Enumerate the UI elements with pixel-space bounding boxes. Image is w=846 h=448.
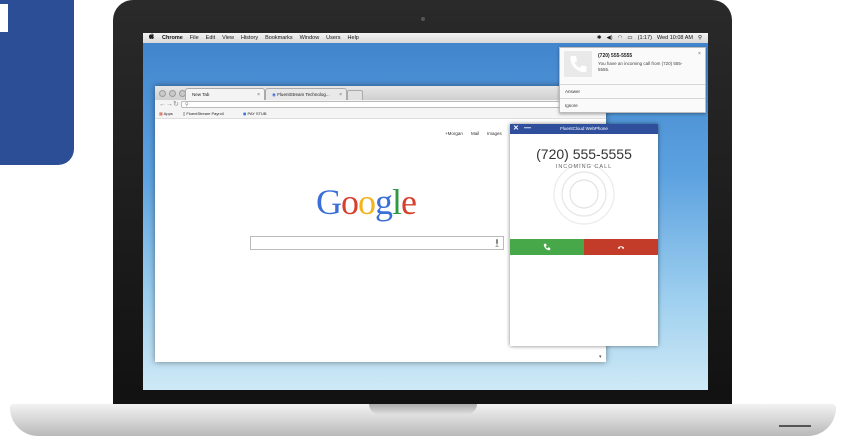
pay-stub-favicon-icon: ◼	[243, 111, 247, 116]
laptop-base-notch	[369, 404, 477, 414]
address-bar[interactable]: ⚲	[181, 101, 601, 108]
battery-time[interactable]: (1:17)	[638, 33, 652, 43]
notification-body: You have an incoming call from (720) 555…	[598, 61, 683, 72]
bookmark-label: Apps	[163, 111, 173, 116]
close-window-button[interactable]	[159, 90, 166, 97]
google-plus-profile-link[interactable]: +Morgan	[445, 131, 463, 136]
microphone-icon[interactable]	[495, 239, 499, 247]
call-status: INCOMING CALL	[555, 164, 613, 170]
battery-icon[interactable]: ▭	[627, 33, 632, 43]
laptop-screen: Chrome File Edit View History Bookmarks …	[143, 33, 708, 390]
images-link[interactable]: Images	[487, 131, 502, 136]
webcam-icon	[421, 17, 425, 21]
menu-bookmarks[interactable]: Bookmarks	[265, 33, 293, 43]
bluetooth-icon[interactable]: ✱	[597, 33, 602, 43]
webphone-header: FluentCloud WebPhone ✕ —	[510, 124, 658, 134]
menu-help[interactable]: Help	[348, 33, 359, 43]
menubar-status-area: ✱ ◀) ◠ ▭ (1:17) Wed 10:08 AM ⚲	[597, 33, 702, 43]
blue-tab-white-mark	[0, 4, 8, 32]
menu-window[interactable]: Window	[300, 33, 320, 43]
bookmark-label: FluentStream Payroll	[186, 111, 224, 116]
minimize-window-button[interactable]	[169, 90, 176, 97]
notification-close-icon[interactable]: ×	[698, 51, 701, 57]
menu-view[interactable]: View	[222, 33, 234, 43]
menu-app-chrome[interactable]: Chrome	[162, 33, 183, 43]
back-arrow-icon[interactable]: ←	[159, 101, 166, 109]
bookmark-apps[interactable]: ▦ Apps	[159, 110, 173, 118]
decline-call-button[interactable]	[584, 239, 658, 255]
apps-grid-icon: ▦	[159, 111, 163, 116]
menu-history[interactable]: History	[241, 33, 258, 43]
logo-letter: l	[392, 182, 402, 222]
answer-call-button[interactable]	[510, 239, 584, 255]
notification-phone-icon	[564, 51, 592, 77]
logo-letter: G	[316, 182, 342, 222]
apple-icon[interactable]	[149, 33, 155, 43]
window-controls	[159, 90, 186, 97]
tab-label: New Tab	[192, 92, 210, 97]
mac-menubar: Chrome File Edit View History Bookmarks …	[143, 33, 708, 43]
webphone-title: FluentCloud WebPhone	[560, 126, 608, 131]
menu-edit[interactable]: Edit	[206, 33, 215, 43]
wifi-icon[interactable]: ◠	[618, 33, 623, 43]
reload-icon[interactable]: ↻	[173, 101, 179, 109]
tab-fluentstream[interactable]: ◉ FluentStream Technolog... ×	[265, 88, 347, 100]
menu-users[interactable]: Users	[326, 33, 340, 43]
tab-new-tab[interactable]: New Tab ×	[185, 88, 265, 100]
volume-icon[interactable]: ◀)	[607, 33, 613, 43]
logo-letter: e	[401, 182, 417, 222]
google-logo: Google	[316, 182, 417, 222]
phone-answer-icon	[543, 243, 551, 251]
google-search-input[interactable]	[250, 236, 504, 250]
scroll-down-arrow-icon[interactable]: ▾	[599, 354, 602, 360]
webphone-minimize-icon[interactable]: —	[524, 124, 531, 134]
bookmark-pay-stub[interactable]: ◼ PAY STUB	[243, 110, 267, 118]
logo-letter: o	[358, 182, 376, 222]
blue-corner-tab	[0, 0, 74, 165]
spotlight-search-icon[interactable]: ⚲	[698, 33, 702, 43]
caller-number: (720) 555-5555	[536, 146, 632, 162]
page-icon: ▯	[183, 111, 186, 116]
bookmark-label: PAY STUB	[247, 111, 267, 116]
logo-letter: g	[375, 182, 393, 222]
menu-file[interactable]: File	[190, 33, 199, 43]
notification-answer-button[interactable]: Answer	[560, 84, 705, 98]
chrome-tab-strip: New Tab × ◉ FluentStream Technolog... ×	[155, 86, 606, 101]
phone-hangup-icon	[617, 246, 625, 249]
tab-label: FluentStream Technolog...	[277, 92, 330, 97]
menubar-clock[interactable]: Wed 10:08 AM	[657, 33, 693, 43]
webphone-close-icon[interactable]: ✕	[513, 124, 519, 134]
bookmarks-bar: ▦ Apps ▯ FluentStream Payroll ◼ PAY STUB	[155, 110, 606, 119]
notification-ignore-button[interactable]: Ignore	[560, 98, 705, 112]
bookmark-fluentstream-payroll[interactable]: ▯ FluentStream Payroll	[183, 110, 224, 118]
notification-title: (720) 555-5555	[598, 53, 633, 59]
incoming-call-notification: (720) 555-5555 You have an incoming call…	[559, 47, 706, 113]
laptop-status-light	[779, 425, 811, 427]
webphone-window: FluentCloud WebPhone ✕ — (720) 555-5555 …	[510, 124, 658, 346]
search-icon: ⚲	[185, 102, 189, 108]
gmail-link[interactable]: Mail	[471, 131, 479, 136]
forward-arrow-icon[interactable]: →	[166, 101, 173, 109]
logo-letter: o	[341, 182, 359, 222]
